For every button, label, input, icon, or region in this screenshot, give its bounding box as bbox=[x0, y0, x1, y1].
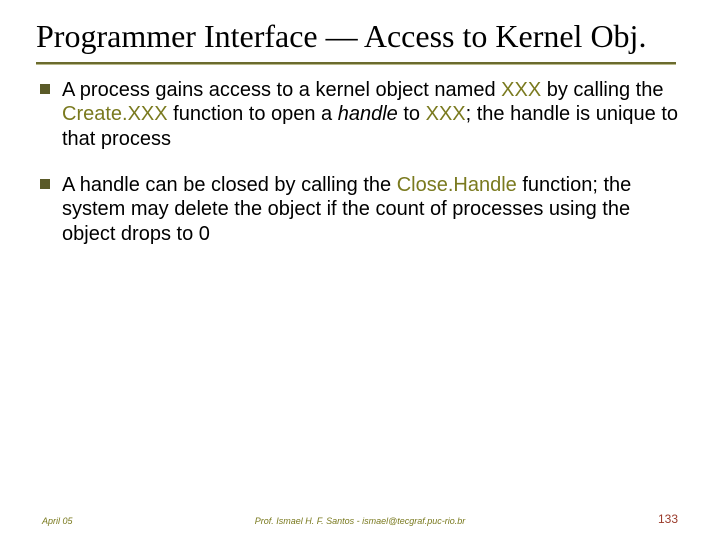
function-name: Create.XXX bbox=[62, 103, 168, 125]
keyword-xxx: XXX bbox=[501, 79, 541, 101]
bullet-text: A handle can be closed by calling the Cl… bbox=[62, 173, 680, 246]
footer-date: April 05 bbox=[42, 516, 73, 526]
slide-content: A process gains access to a kernel objec… bbox=[36, 64, 684, 246]
emphasis-handle: handle bbox=[338, 103, 398, 125]
text-run: to bbox=[398, 103, 426, 125]
bullet-item: A process gains access to a kernel objec… bbox=[40, 78, 680, 151]
slide: Programmer Interface — Access to Kernel … bbox=[0, 0, 720, 540]
footer-credit: Prof. Ismael H. F. Santos - ismael@tecgr… bbox=[0, 516, 720, 526]
keyword-xxx: XXX bbox=[426, 103, 466, 125]
text-run: A handle can be closed by calling the bbox=[62, 174, 397, 196]
text-run: function to open a bbox=[168, 103, 338, 125]
bullet-text: A process gains access to a kernel objec… bbox=[62, 78, 680, 151]
text-run: by calling the bbox=[541, 79, 663, 101]
slide-footer: April 05 Prof. Ismael H. F. Santos - ism… bbox=[0, 512, 720, 526]
slide-title: Programmer Interface — Access to Kernel … bbox=[36, 18, 684, 56]
footer-page-number: 133 bbox=[658, 512, 678, 526]
function-name: Close.Handle bbox=[397, 174, 517, 196]
bullet-marker-icon bbox=[40, 173, 62, 246]
bullet-marker-icon bbox=[40, 78, 62, 151]
text-run: A process gains access to a kernel objec… bbox=[62, 79, 501, 101]
bullet-item: A handle can be closed by calling the Cl… bbox=[40, 173, 680, 246]
